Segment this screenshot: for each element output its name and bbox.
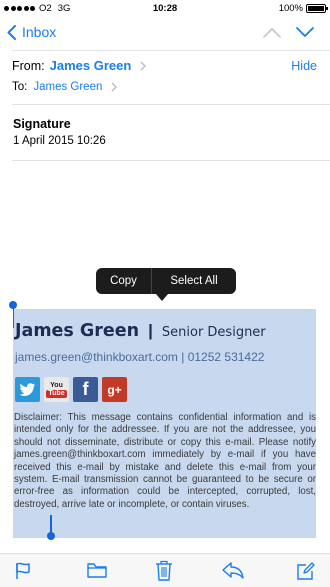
to-label: To: [12, 81, 28, 93]
twitter-icon[interactable] [15, 377, 40, 402]
nav-divider [12, 50, 330, 51]
youtube-tube-text: Tube [46, 389, 67, 398]
bottom-toolbar [0, 553, 330, 587]
message-subject: Signature [13, 117, 71, 131]
recipient-name-link[interactable]: James Green [33, 81, 102, 93]
status-bar: O2 3G 10:28 100% [0, 0, 330, 16]
folder-icon[interactable] [87, 562, 107, 579]
message-date: 1 April 2015 10:26 [13, 135, 106, 147]
facebook-icon[interactable]: f [73, 377, 98, 402]
chevron-right-icon [111, 82, 118, 92]
facebook-letter: f [82, 379, 89, 399]
edit-menu-popup: Copy Select All [96, 268, 236, 294]
google-plus-icon[interactable]: g+ [102, 377, 127, 402]
battery-fill [308, 6, 324, 11]
subject-divider [12, 160, 330, 161]
flag-icon[interactable] [15, 562, 31, 580]
chevron-left-icon [7, 24, 16, 40]
reply-icon[interactable] [222, 562, 244, 579]
signature-contact: james.green@thinkboxart.com | 01252 5314… [15, 350, 265, 364]
select-all-button[interactable]: Select All [152, 268, 236, 294]
selection-start-handle[interactable] [9, 301, 17, 309]
hide-details-button[interactable]: Hide [291, 59, 317, 73]
signature-disclaimer: Disclaimer: This message contains confid… [14, 412, 316, 510]
youtube-icon[interactable]: You Tube [44, 377, 69, 402]
status-right: 100% [278, 3, 328, 14]
signature-separator: | [148, 321, 153, 340]
youtube-you-text: You [50, 381, 63, 389]
copy-button[interactable]: Copy [96, 268, 151, 294]
sender-name-link[interactable]: James Green [50, 58, 132, 73]
signature-name-row: James Green | Senior Designer [15, 321, 266, 341]
to-row: To: James Green [12, 81, 118, 93]
next-message-icon[interactable] [296, 27, 314, 38]
from-row: From: James Green [12, 58, 147, 73]
selection-start-handle-line [12, 306, 14, 328]
google-plus-text: g+ [107, 382, 122, 397]
signature-name: James Green [15, 321, 140, 341]
from-label: From: [12, 58, 45, 73]
battery-icon [306, 4, 328, 13]
navigation-bar: Inbox [0, 18, 330, 50]
battery-percent: 100% [278, 3, 303, 14]
twitter-bird-icon [19, 382, 36, 396]
signature-title: Senior Designer [161, 325, 266, 340]
trash-icon[interactable] [155, 560, 173, 581]
back-label: Inbox [22, 24, 57, 40]
popup-pointer [156, 294, 168, 301]
chevron-right-icon [140, 61, 147, 70]
previous-message-icon[interactable] [263, 27, 281, 38]
back-to-inbox-button[interactable]: Inbox [7, 24, 56, 40]
selection-end-handle[interactable] [47, 532, 55, 540]
header-divider [12, 104, 330, 105]
compose-icon[interactable] [296, 562, 315, 581]
